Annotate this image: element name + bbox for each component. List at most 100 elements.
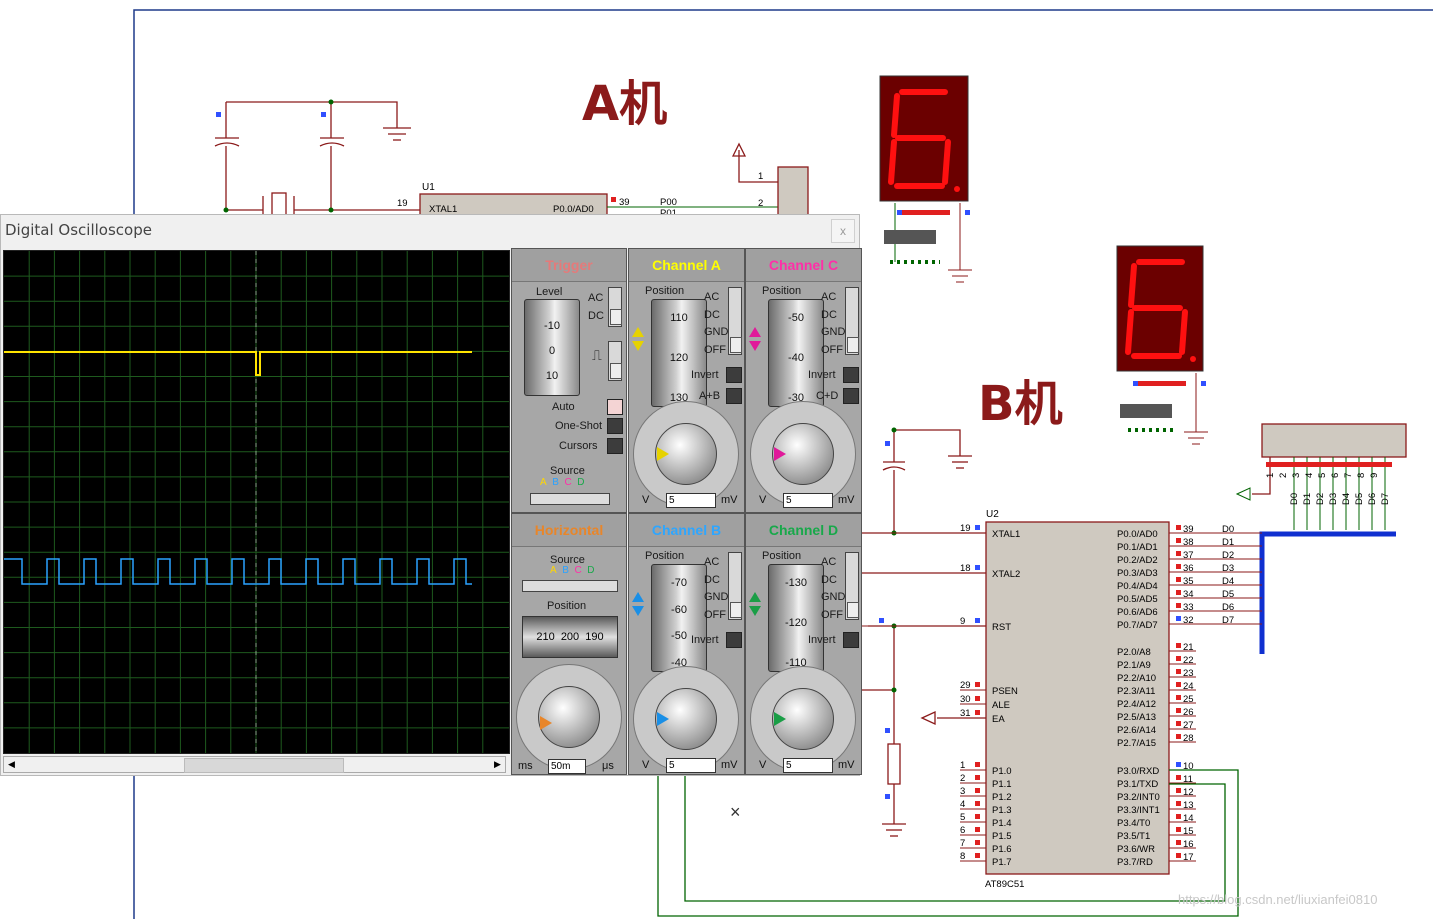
scroll-left-icon[interactable]: ◀ — [4, 757, 19, 772]
u2-pin-name: P1.2 — [992, 792, 1012, 803]
pin-state-marker — [975, 525, 980, 530]
connector-net-label: D6 — [1367, 493, 1378, 505]
u2-pin-num: 31 — [960, 708, 971, 719]
window-title: Digital Oscilloscope — [5, 221, 152, 239]
trigger-edge-slider[interactable] — [608, 341, 622, 381]
connector-net-label: D1 — [1302, 493, 1313, 505]
dial-tick: -10 — [544, 320, 560, 332]
dial-tick: -50 — [788, 312, 804, 324]
channel-a-coupling-slider[interactable] — [728, 287, 742, 355]
invert-button[interactable] — [726, 632, 742, 648]
channel-d-title: Channel D — [746, 514, 861, 547]
horizontal-source-slider[interactable] — [522, 580, 618, 592]
channel-a-volts-knob[interactable] — [633, 401, 739, 507]
oscilloscope-window[interactable]: Digital Oscilloscope x ◀ ▶ Trigger Level… — [0, 214, 862, 776]
src-b: B — [562, 565, 569, 576]
one-shot-button[interactable] — [607, 418, 623, 434]
channel-b-panel: Channel B Position -70 -60 -50 -40 AC DC GND OFF I… — [628, 513, 745, 775]
net-label: D6 — [1222, 602, 1234, 613]
trigger-source-slider[interactable] — [530, 493, 610, 505]
horizontal-scrollbar[interactable]: ◀ ▶ — [3, 756, 506, 773]
close-button[interactable]: x — [831, 219, 855, 243]
pin-state-marker — [1176, 616, 1181, 621]
u2-pin-name: P1.3 — [992, 805, 1012, 816]
mode-dc-label: DC — [821, 308, 837, 321]
channel-d-volts-field[interactable]: 5 — [783, 758, 833, 773]
connector-pin-num: 6 — [1330, 473, 1341, 478]
channel-b-coupling-slider[interactable] — [728, 552, 742, 620]
invert-label: Invert — [691, 369, 719, 381]
dial-tick: 110 — [670, 312, 688, 324]
u2-pin-name: P0.1/AD1 — [1117, 542, 1158, 553]
net-label: D4 — [1222, 576, 1234, 587]
pin-state-marker — [975, 840, 980, 845]
pin-state-marker — [1176, 827, 1181, 832]
src-c: C — [564, 477, 572, 488]
mode-ac-label: AC — [704, 556, 720, 568]
channel-b-position-dial[interactable]: -70 -60 -50 -40 — [651, 564, 707, 672]
pin-state-marker — [1176, 775, 1181, 780]
channel-c-coupling-slider[interactable] — [845, 287, 859, 355]
connector-pin-num: 5 — [1317, 473, 1328, 478]
connector-net-label: D3 — [1328, 493, 1339, 505]
connector-net-label: D4 — [1341, 493, 1352, 505]
invert-button[interactable] — [726, 367, 742, 383]
u2-pin-name: XTAL1 — [992, 529, 1020, 540]
trigger-coupling-slider[interactable] — [608, 287, 622, 327]
trigger-dc-label: DC — [588, 310, 604, 322]
u2-pin-num: 4 — [960, 799, 965, 810]
invert-button[interactable] — [843, 632, 859, 648]
scroll-right-icon[interactable]: ▶ — [490, 757, 505, 772]
up-arrow-icon — [632, 592, 644, 602]
channel-c-volts-knob[interactable] — [750, 401, 856, 507]
pin-state-marker — [1176, 708, 1181, 713]
u2-pin-name: P0.7/AD7 — [1117, 620, 1158, 631]
channel-b-volts-knob[interactable] — [633, 666, 739, 772]
up-arrow-icon — [749, 327, 761, 337]
channel-a-volts-field[interactable]: 5 — [666, 493, 716, 508]
channel-d-position-dial[interactable]: -130 -120 -110 — [768, 564, 824, 672]
connector-pin-num: 2 — [1278, 473, 1289, 478]
u2-pin-num: 24 — [1183, 681, 1194, 692]
horizontal-position-dial[interactable]: 210 200 190 — [522, 616, 618, 658]
horizontal-source-letters: A B C D — [550, 565, 595, 576]
mode-gnd-label: GND — [821, 326, 846, 338]
u2-pin-num: 14 — [1183, 813, 1194, 824]
channel-c-title: Channel C — [746, 249, 861, 282]
u2-pin-name: P0.3/AD3 — [1117, 568, 1158, 579]
invert-label: Invert — [808, 369, 836, 381]
u2-pin-num: 29 — [960, 680, 971, 691]
dial-tick: 120 — [669, 352, 689, 364]
pin-state-marker — [975, 696, 980, 701]
timebase-knob[interactable] — [516, 664, 622, 770]
u2-pin-num: 12 — [1183, 787, 1194, 798]
a-conn-pin2: 2 — [758, 198, 763, 209]
mode-ac-label: AC — [704, 291, 720, 303]
u2-pin-num: 33 — [1183, 602, 1194, 613]
trigger-level-dial[interactable]: -10 0 10 — [524, 299, 580, 396]
u2-pin-name: PSEN — [992, 686, 1018, 697]
channel-b-volts-field[interactable]: 5 — [666, 758, 716, 773]
u2-pin-name: P1.0 — [992, 766, 1012, 777]
dial-tick: -70 — [671, 577, 687, 589]
trigger-source-label: Source — [550, 465, 585, 477]
timebase-field[interactable]: 50m — [548, 759, 586, 774]
u2-pin-name: P1.6 — [992, 844, 1012, 855]
channel-c-volts-field[interactable]: 5 — [783, 493, 833, 508]
scroll-thumb[interactable] — [184, 758, 344, 773]
knob-pointer-icon — [657, 712, 669, 726]
u2-pin-name: P3.4/T0 — [1117, 818, 1150, 829]
net-label: D1 — [1222, 537, 1234, 548]
connector-pin-num: 7 — [1343, 473, 1354, 478]
src-b: B — [552, 477, 559, 488]
auto-button[interactable] — [607, 399, 623, 415]
cursors-button[interactable] — [607, 438, 623, 454]
channel-d-volts-knob[interactable] — [750, 666, 856, 772]
scope-screen — [3, 250, 510, 754]
u2-pin-num: 9 — [960, 616, 965, 627]
mode-ac-label: AC — [821, 291, 837, 303]
one-shot-label: One-Shot — [555, 420, 603, 432]
channel-d-coupling-slider[interactable] — [845, 552, 859, 620]
u2-pin-num: 2 — [960, 773, 965, 784]
invert-button[interactable] — [843, 367, 859, 383]
